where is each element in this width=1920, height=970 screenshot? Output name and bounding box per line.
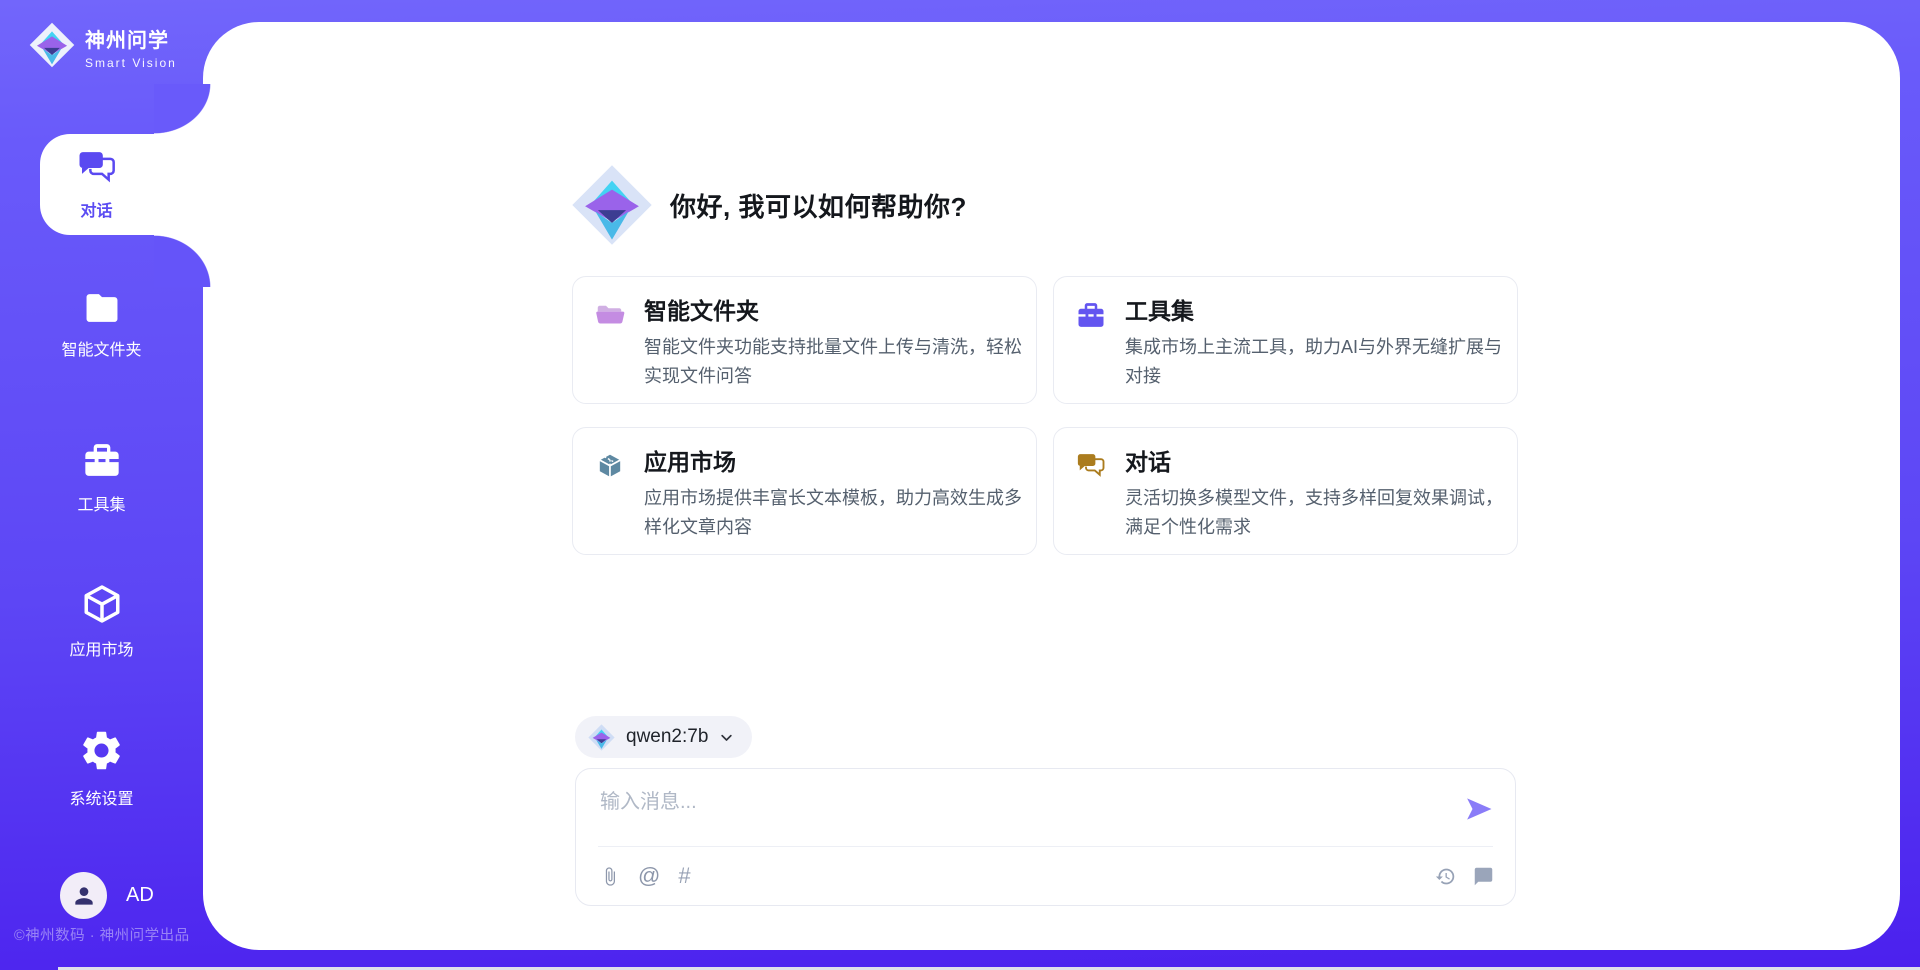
app-logo: 神州问学 Smart Vision (29, 21, 177, 70)
model-name: qwen2:7b (626, 726, 708, 748)
message-input[interactable] (600, 785, 1460, 837)
user-name: AD (126, 884, 154, 907)
sidebar-item-settings[interactable]: 系统设置 (0, 727, 203, 809)
feature-card-toolset[interactable]: 工具集 集成市场上主流工具，助力AI与外界无缝扩展与对接 (1053, 276, 1518, 404)
app-subtitle: Smart Vision (85, 56, 177, 70)
app-name: 神州问学 (85, 24, 177, 53)
card-description: 集成市场上主流工具，助力AI与外界无缝扩展与对接 (1125, 333, 1507, 391)
user-account[interactable]: AD (60, 872, 154, 919)
sidebar-item-label: 工具集 (77, 491, 125, 515)
history-icon[interactable] (1435, 866, 1456, 887)
brand-diamond-logo (571, 163, 653, 247)
composer: @ # (575, 768, 1516, 906)
grid-cube-icon (595, 451, 625, 481)
composer-toolbar: @ # (600, 847, 1494, 905)
chat-bubble-icon[interactable] (1473, 866, 1494, 887)
card-title: 工具集 (1125, 296, 1507, 326)
sidebar-item-label: 智能文件夹 (61, 336, 141, 360)
feature-card-smart-folder[interactable]: 智能文件夹 智能文件夹功能支持批量文件上传与清洗，轻松实现文件问答 (572, 276, 1037, 404)
model-logo-icon (588, 724, 615, 751)
card-title: 对话 (1125, 447, 1507, 477)
sidebar-item-app-market[interactable]: 应用市场 (0, 583, 203, 660)
chat-bubbles-icon (77, 148, 117, 188)
sidebar-item-label: 系统设置 (69, 785, 133, 809)
cube-icon (81, 583, 123, 625)
sidebar-item-chat[interactable]: 对话 (40, 134, 211, 235)
mention-icon[interactable]: @ (638, 865, 660, 887)
feature-cards: 智能文件夹 智能文件夹功能支持批量文件上传与清洗，轻松实现文件问答 工具集 集成… (572, 276, 1518, 555)
send-icon[interactable] (1464, 794, 1494, 824)
person-icon (71, 883, 97, 909)
chevron-down-icon (719, 730, 734, 745)
feature-card-app-market[interactable]: 应用市场 应用市场提供丰富长文本模板，助力高效生成多样化文章内容 (572, 427, 1037, 555)
card-title: 智能文件夹 (644, 296, 1026, 326)
hashtag-icon[interactable]: # (678, 865, 690, 887)
sidebar-item-label: 应用市场 (69, 636, 133, 660)
sidebar-item-smart-folder[interactable]: 智能文件夹 (0, 291, 203, 360)
card-description: 灵活切换多模型文件，支持多样回复效果调试，满足个性化需求 (1125, 484, 1507, 542)
brand-diamond-logo (29, 21, 75, 69)
main-panel: 你好, 我可以如何帮助你? 智能文件夹 智能文件夹功能支持批量文件上传与清洗，轻… (203, 22, 1900, 950)
avatar (60, 872, 107, 919)
attach-icon[interactable] (600, 866, 620, 887)
briefcase-icon (1076, 300, 1106, 330)
briefcase-icon (82, 440, 122, 480)
sidebar-item-label: 对话 (80, 197, 112, 221)
sidebar-footer: ©神州数码 · 神州问学出品 (14, 924, 190, 945)
greeting-title: 你好, 我可以如何帮助你? (670, 187, 967, 224)
card-description: 智能文件夹功能支持批量文件上传与清洗，轻松实现文件问答 (644, 333, 1026, 391)
model-selector[interactable]: qwen2:7b (575, 716, 752, 758)
greeting: 你好, 我可以如何帮助你? (571, 163, 967, 247)
sidebar-item-toolset[interactable]: 工具集 (0, 440, 203, 515)
gear-icon (78, 727, 125, 774)
chat-bubbles-icon (1076, 451, 1106, 481)
feature-card-chat[interactable]: 对话 灵活切换多模型文件，支持多样回复效果调试，满足个性化需求 (1053, 427, 1518, 555)
card-title: 应用市场 (644, 447, 1026, 477)
folder-open-icon (595, 300, 625, 330)
folder-icon (83, 291, 121, 325)
card-description: 应用市场提供丰富长文本模板，助力高效生成多样化文章内容 (644, 484, 1026, 542)
